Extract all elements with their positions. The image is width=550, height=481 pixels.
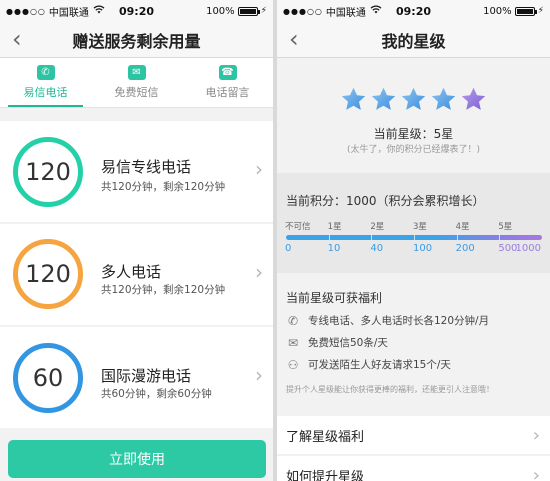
service-name: 易信专线电话 [101,158,192,176]
benefit-text: 专线电话、多人电话时长各120分钟/月 [308,315,490,327]
battery-percent: 100% [206,5,235,17]
phone-icon: ✆ [287,313,299,328]
battery-icon [514,6,537,16]
right-screen: ●●●○○ 中国联通 09:20 100% ⚡ ‹ 我的星级 当前星级：5星 (… [277,0,550,481]
benefit-item: ⚇ 可发送陌生人好友请求15个/天 [286,357,451,372]
level-label: 4星 [455,222,470,232]
service-tabs: ✆ 易信电话 ✉ 免费短信 ☎ 电话留言 [0,58,273,108]
menu-label: 了解星级福利 [286,429,365,445]
star-rating [277,86,550,113]
score-progress-bar [286,235,542,240]
progress-tick [499,235,501,240]
nav-bar: ‹ 我的星级 [277,22,550,58]
tab-label: 免费短信 [114,86,159,99]
tab-yixin-call[interactable]: ✆ 易信电话 [0,58,91,107]
level-label: 3星 [413,222,427,232]
chevron-right-icon: › [532,464,540,481]
service-detail: 共120分钟，剩余120分钟 [101,284,226,296]
current-level: 当前星级：5星 [373,127,454,141]
benefits-title: 当前星级可获福利 [286,291,383,305]
level-label: 2星 [370,222,385,232]
back-chevron-icon[interactable]: ‹ [12,27,22,51]
remaining-ring: 120 [13,137,83,207]
chevron-right-icon: › [255,260,263,284]
voicemail-icon: ☎ [218,65,237,80]
service-card-multi-call[interactable]: 120 多人电话 共120分钟，剩余120分钟 › [0,224,273,325]
progress-tick [371,235,373,240]
message-icon: ✉ [127,65,146,80]
chevron-right-icon: › [532,424,540,446]
chevron-right-icon: › [255,157,263,181]
status-bar: ●●●○○ 中国联通 09:20 100% ⚡ [277,0,550,22]
chevron-right-icon: › [255,363,263,387]
service-card-roaming[interactable]: 60 国际漫游电话 共60分钟，剩余60分钟 › [0,327,273,428]
carrier-label: 中国联通 [325,7,366,19]
nav-bar: ‹ 赠送服务剩余用量 [0,22,273,58]
learn-star-benefits-link[interactable]: 了解星级福利 › [277,416,550,454]
charging-icon: ⚡ [260,6,267,16]
remaining-ring: 120 [13,239,83,309]
status-bar: ●●●○○ 中国联通 09:20 100% ⚡ [0,0,273,22]
battery-percent: 100% [483,5,512,17]
star-icon [461,87,486,110]
threshold-value: 10 [327,243,341,254]
current-score: 当前积分：1000（积分会累积增长） [286,194,485,208]
progress-tick [456,235,458,240]
signal-icon: ●●●○○ [6,6,46,16]
wifi-icon [93,5,105,17]
level-label: 不可信 [285,222,311,232]
friends-icon: ⚇ [287,357,299,372]
benefit-text: 可发送陌生人好友请求15个/天 [308,359,451,371]
level-label: 5星 [498,222,513,232]
star-icon [371,87,396,110]
back-chevron-icon[interactable]: ‹ [289,27,299,51]
page-title: 我的星级 [381,31,446,51]
charging-icon: ⚡ [537,6,544,16]
page-title: 赠送服务剩余用量 [72,31,201,51]
service-name: 国际漫游电话 [101,367,192,385]
threshold-value: 100 [413,243,433,254]
benefits-note: 提升个人星级能让你获得更棒的福利，还能更引人注意哦！ [286,385,494,394]
threshold-value: 40 [370,243,384,254]
service-name: 多人电话 [101,263,162,281]
carrier-label: 中国联通 [48,7,89,19]
progress-tick [414,235,415,240]
tab-label: 电话留言 [205,86,250,99]
tab-free-sms[interactable]: ✉ 免费短信 [91,58,182,107]
menu-label: 如何提升星级 [286,469,365,481]
signal-icon: ●●●○○ [283,6,323,16]
threshold-value: 200 [455,243,475,254]
use-now-button[interactable]: 立即使用 [8,440,266,478]
benefits-section: 当前星级可获福利 ✆ 专线电话、多人电话时长各120分钟/月 ✉ 免费短信50条… [277,273,550,405]
level-threshold-values: 0 10 40 100 200 500 1000 [285,243,542,255]
how-to-upgrade-link[interactable]: 如何提升星级 › [277,456,550,481]
tab-voicemail[interactable]: ☎ 电话留言 [182,58,273,107]
wifi-icon [370,5,382,17]
service-card-yixin-line[interactable]: 120 易信专线电话 共120分钟，剩余120分钟 › [0,121,273,222]
progress-tick [328,235,330,240]
benefit-item: ✆ 专线电话、多人电话时长各120分钟/月 [286,313,489,328]
star-icon [431,87,456,110]
left-screen: ●●●○○ 中国联通 09:20 100% ⚡ ‹ 赠送服务剩余用量 ✆ 易信电… [0,0,273,481]
level-label: 1星 [327,222,342,232]
score-panel: 当前积分：1000（积分会累积增长） 不可信 1星 2星 3星 4星 5星 0 10 40 10… [277,173,550,273]
star-icon [401,87,426,110]
benefit-text: 免费短信50条/天 [308,337,388,349]
service-detail: 共120分钟，剩余120分钟 [101,181,226,193]
battery-icon [237,6,260,16]
threshold-value: 1000 [515,243,541,254]
tab-label: 易信电话 [23,86,68,99]
threshold-value: 500 [498,243,518,254]
level-tip: (太牛了，你的积分已经爆表了！) [346,145,481,155]
mail-icon: ✉ [287,335,299,350]
threshold-value: 0 [285,243,292,254]
level-scale-labels: 不可信 1星 2星 3星 4星 5星 [285,220,542,232]
remaining-ring: 60 [13,343,83,413]
service-detail: 共60分钟，剩余60分钟 [101,388,212,400]
benefit-item: ✉ 免费短信50条/天 [286,335,388,350]
phone-icon: ✆ [36,65,55,80]
star-icon [341,87,366,110]
